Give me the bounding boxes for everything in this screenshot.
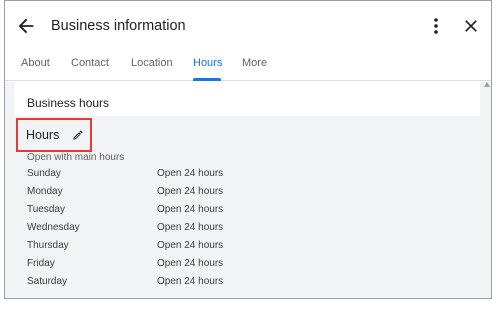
tab-contact[interactable]: Contact bbox=[71, 57, 109, 69]
hours-row: Sunday Open 24 hours bbox=[27, 168, 467, 184]
section-title: Business hours bbox=[27, 96, 110, 110]
hours-value: Open 24 hours bbox=[157, 168, 224, 179]
day-label: Wednesday bbox=[27, 222, 80, 233]
hours-row: Saturday Open 24 hours bbox=[27, 276, 467, 292]
day-label: Thursday bbox=[27, 240, 69, 251]
arrow-back-icon[interactable] bbox=[15, 15, 37, 37]
hours-value: Open 24 hours bbox=[157, 204, 224, 215]
hours-value: Open 24 hours bbox=[157, 186, 224, 197]
hours-value: Open 24 hours bbox=[157, 276, 224, 287]
hours-block: Hours Open with main hours Sunday Open 2… bbox=[14, 116, 480, 298]
hours-heading: Hours bbox=[26, 128, 60, 142]
day-label: Friday bbox=[27, 258, 55, 269]
close-icon[interactable] bbox=[461, 16, 481, 36]
business-info-panel: Business information About Contact Locat… bbox=[4, 0, 492, 299]
pencil-icon[interactable] bbox=[72, 129, 84, 141]
tab-bar: About Contact Location Hours More bbox=[5, 53, 491, 81]
panel-title: Business information bbox=[51, 18, 186, 34]
tab-location[interactable]: Location bbox=[131, 57, 173, 69]
tab-hours[interactable]: Hours bbox=[193, 57, 222, 69]
hours-row: Thursday Open 24 hours bbox=[27, 240, 467, 256]
hours-value: Open 24 hours bbox=[157, 258, 224, 269]
hours-row: Friday Open 24 hours bbox=[27, 258, 467, 274]
hours-value: Open 24 hours bbox=[157, 222, 224, 233]
hours-row: Monday Open 24 hours bbox=[27, 186, 467, 202]
hours-subtitle: Open with main hours bbox=[27, 152, 125, 163]
more-vert-icon[interactable] bbox=[429, 15, 443, 37]
day-label: Sunday bbox=[27, 168, 61, 179]
day-label: Saturday bbox=[27, 276, 68, 287]
hours-row: Tuesday Open 24 hours bbox=[27, 204, 467, 220]
day-label: Tuesday bbox=[27, 204, 65, 215]
hours-row: Wednesday Open 24 hours bbox=[27, 222, 467, 238]
day-label: Monday bbox=[27, 186, 63, 197]
panel-header: Business information bbox=[5, 1, 491, 53]
business-hours-section: Business hours bbox=[14, 82, 480, 116]
active-tab-indicator bbox=[193, 78, 221, 81]
scroll-up-arrow-icon[interactable] bbox=[484, 82, 490, 87]
hours-value: Open 24 hours bbox=[157, 240, 224, 251]
hours-content: Business hours Hours Open with main hour… bbox=[5, 82, 491, 298]
tab-more[interactable]: More bbox=[242, 57, 267, 69]
tab-about[interactable]: About bbox=[21, 57, 50, 69]
